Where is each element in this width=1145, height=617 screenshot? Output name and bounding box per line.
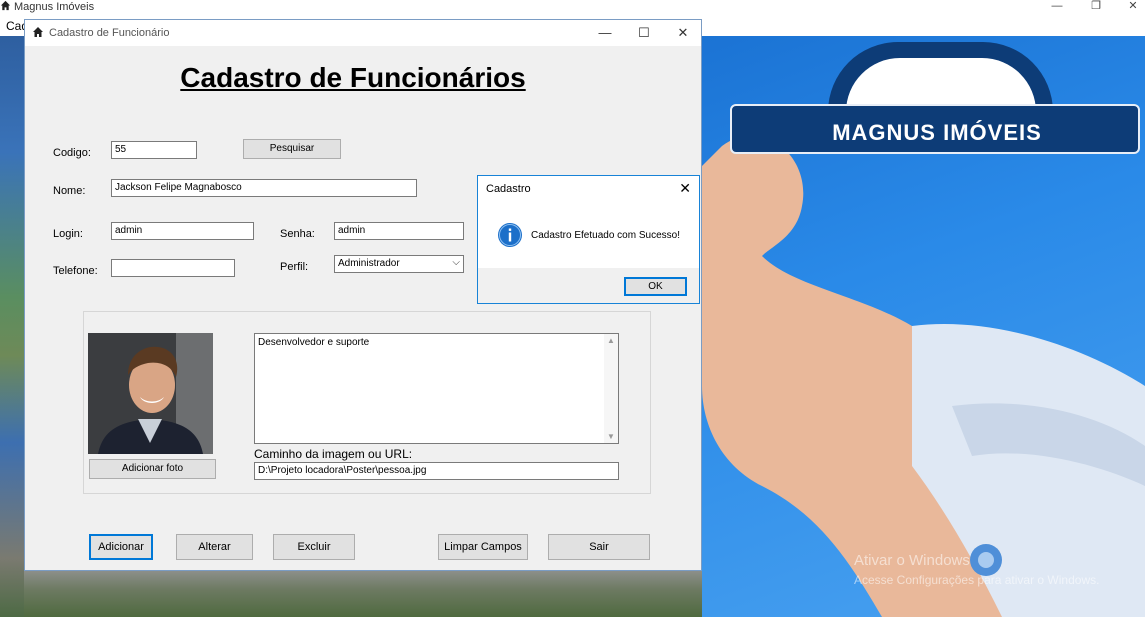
telefone-label: Telefone:	[53, 265, 98, 277]
main-close-button[interactable]: ✕	[1118, 0, 1145, 14]
dialog-message: Cadastro Efetuado com Sucesso!	[531, 230, 680, 241]
home-icon	[33, 27, 43, 37]
exit-button[interactable]: Sair	[548, 534, 650, 560]
delete-button[interactable]: Excluir	[273, 534, 355, 560]
scroll-up-icon[interactable]: ▲	[607, 336, 615, 345]
form-close-button[interactable]: ✕	[673, 25, 693, 41]
dialog-titlebar: Cadastro ✕	[478, 176, 699, 202]
scroll-down-icon[interactable]: ▼	[607, 432, 615, 441]
description-textarea[interactable]: Desenvolvedor e suporte ▲ ▼	[254, 333, 619, 444]
login-label: Login:	[53, 228, 83, 240]
dialog-body: Cadastro Efetuado com Sucesso!	[478, 202, 699, 268]
activation-watermark-title: Ativar o Windows	[854, 552, 970, 569]
login-input[interactable]: admin	[111, 222, 254, 240]
description-scrollbar[interactable]: ▲ ▼	[604, 334, 618, 443]
perfil-selected-value: Administrador	[338, 258, 400, 269]
background-image-left	[0, 36, 24, 617]
main-titlebar: Magnus Imóveis — ❐ ✕	[0, 0, 1145, 16]
description-text: Desenvolvedor e suporte	[258, 337, 370, 348]
add-button[interactable]: Adicionar	[89, 534, 153, 560]
senha-label: Senha:	[280, 228, 315, 240]
info-icon	[498, 223, 522, 247]
form-minimize-button[interactable]: —	[595, 25, 615, 40]
perfil-select[interactable]: Administrador ⌵	[334, 255, 464, 273]
background-image-right: MAGNUS IMÓVEIS Ativar o Windows Acesse C…	[702, 36, 1145, 617]
form-window-title: Cadastro de Funcionário	[49, 27, 170, 39]
edit-button[interactable]: Alterar	[176, 534, 253, 560]
telefone-input[interactable]	[111, 259, 235, 277]
nome-input[interactable]: Jackson Felipe Magnabosco	[111, 179, 417, 197]
home-icon	[0, 0, 11, 11]
add-photo-button[interactable]: Adicionar foto	[89, 459, 216, 479]
company-logo: MAGNUS IMÓVEIS	[728, 38, 1144, 154]
perfil-label: Perfil:	[280, 261, 309, 273]
person-photo-image	[88, 333, 213, 454]
logo-text: MAGNUS IMÓVEIS	[832, 120, 1042, 145]
form-titlebar: Cadastro de Funcionário — ☐ ✕	[25, 20, 701, 46]
dialog-close-button[interactable]: ✕	[679, 180, 691, 197]
hand-photo	[702, 135, 1145, 617]
senha-input[interactable]: admin	[334, 222, 464, 240]
activation-watermark-text: Acesse Configurações para ativar o Windo…	[854, 573, 1100, 587]
ok-button[interactable]: OK	[624, 277, 687, 296]
codigo-input[interactable]: 55	[111, 141, 197, 159]
page-title: Cadastro de Funcionários	[180, 62, 526, 93]
clear-fields-button[interactable]: Limpar Campos	[438, 534, 528, 560]
image-path-input[interactable]: D:\Projeto locadora\Poster\pessoa.jpg	[254, 462, 619, 480]
chevron-down-icon: ⌵	[452, 257, 460, 268]
codigo-label: Codigo:	[53, 147, 91, 159]
dialog-title: Cadastro	[486, 183, 531, 195]
success-message-dialog: Cadastro ✕ Cadastro Efetuado com Sucesso…	[477, 175, 700, 304]
nome-label: Nome:	[53, 185, 86, 197]
main-window-title: Magnus Imóveis	[14, 1, 95, 13]
form-maximize-button[interactable]: ☐	[634, 25, 654, 41]
main-maximize-button[interactable]: ❐	[1081, 0, 1111, 14]
image-path-label: Caminho da imagem ou URL:	[254, 447, 413, 461]
background-image-bottom	[24, 571, 702, 617]
main-minimize-button[interactable]: —	[1042, 0, 1072, 14]
search-button[interactable]: Pesquisar	[243, 139, 341, 159]
employee-photo	[88, 333, 213, 454]
